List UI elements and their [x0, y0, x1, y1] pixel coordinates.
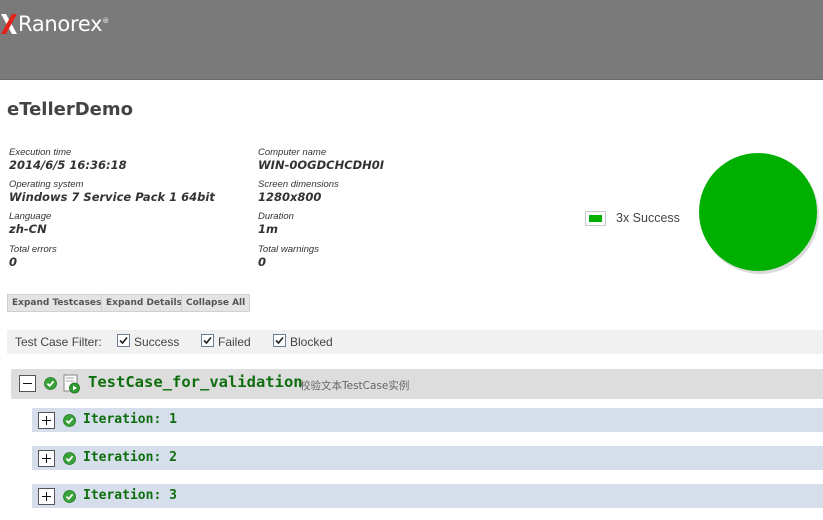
info-label: Language: [9, 211, 52, 222]
expand-iteration-button[interactable]: [38, 450, 55, 467]
plus-icon: [46, 492, 47, 501]
info-value: 1280x800: [258, 190, 322, 204]
collapse-testcase-button[interactable]: [19, 375, 36, 392]
testcase-description: 校验文本TestCase实例: [300, 380, 410, 392]
info-value: 1m: [258, 222, 278, 236]
success-check-icon: [44, 377, 57, 390]
success-checkbox[interactable]: [117, 334, 130, 347]
expand-details-button[interactable]: Expand Details: [101, 294, 187, 312]
minus-icon: [23, 383, 32, 384]
plus-icon: [46, 416, 47, 425]
iteration-row[interactable]: Iteration: 2: [32, 446, 823, 470]
info-label: Screen dimensions: [258, 179, 339, 190]
check-icon: [275, 336, 284, 345]
success-legend-swatch: [585, 211, 606, 226]
info-label: Computer name: [258, 147, 327, 158]
info-total-warnings: Total warnings 0: [258, 244, 319, 269]
filter-option-label: Blocked: [290, 335, 333, 349]
iteration-label[interactable]: Iteration: 2: [83, 450, 177, 465]
iteration-row[interactable]: Iteration: 1: [32, 408, 823, 432]
collapse-all-button[interactable]: Collapse All: [181, 294, 251, 312]
info-language: Language zh-CN: [9, 211, 51, 236]
header-bar: Ranorex®: [0, 0, 823, 80]
result-pie-chart: [693, 150, 823, 280]
info-value: zh-CN: [9, 222, 47, 236]
info-label: Operating system: [9, 179, 84, 190]
info-screen-dimensions: Screen dimensions 1280x800: [258, 179, 339, 204]
info-value: Windows 7 Service Pack 1 64bit: [9, 190, 215, 204]
report-title: eTellerDemo: [7, 99, 133, 120]
info-label: Duration: [258, 211, 294, 222]
filter-label: Test Case Filter:: [15, 335, 102, 349]
expand-testcases-button[interactable]: Expand Testcases: [7, 294, 107, 312]
check-icon: [203, 336, 212, 345]
info-operating-system: Operating system Windows 7 Service Pack …: [9, 179, 215, 204]
info-duration: Duration 1m: [258, 211, 294, 236]
info-value: 0: [258, 255, 267, 269]
test-case-filter-bar: Test Case Filter: Success Failed Blocked: [7, 330, 823, 354]
brand-name-text: Ranorex: [18, 12, 103, 36]
info-label: Total errors: [9, 244, 57, 255]
brand-mark: ®: [102, 17, 109, 25]
ranorex-logo-icon: [1, 14, 17, 34]
iteration-row[interactable]: Iteration: 3: [32, 484, 823, 508]
info-value: 2014/6/5 16:36:18: [9, 158, 127, 172]
iteration-label[interactable]: Iteration: 1: [83, 412, 177, 427]
pie-slice-success: [699, 153, 817, 271]
success-check-icon: [63, 490, 76, 503]
testcase-name[interactable]: TestCase_for_validation: [88, 373, 303, 391]
plus-icon: [46, 454, 47, 463]
success-legend-label: 3x Success: [616, 211, 680, 225]
testcase-row[interactable]: TestCase_for_validation 校验文本TestCase实例: [11, 369, 823, 399]
filter-option-label: Success: [134, 335, 180, 349]
info-value: WIN-0OGDCHCDH0I: [258, 158, 385, 172]
check-icon: [119, 336, 128, 345]
info-label: Total warnings: [258, 244, 319, 255]
blocked-checkbox[interactable]: [273, 334, 286, 347]
success-legend-color: [589, 215, 602, 222]
info-total-errors: Total errors 0: [9, 244, 57, 269]
info-computer-name: Computer name WIN-0OGDCHCDH0I: [258, 147, 384, 172]
info-execution-time: Execution time 2014/6/5 16:36:18: [9, 147, 127, 172]
expand-iteration-button[interactable]: [38, 412, 55, 429]
brand-name: Ranorex®: [18, 12, 109, 36]
success-check-icon: [63, 452, 76, 465]
failed-checkbox[interactable]: [201, 334, 214, 347]
testcase-module-icon: [63, 374, 80, 394]
filter-option-label: Failed: [218, 335, 251, 349]
info-value: 0: [9, 255, 18, 269]
iteration-label[interactable]: Iteration: 3: [83, 488, 177, 503]
success-check-icon: [63, 414, 76, 427]
expand-iteration-button[interactable]: [38, 488, 55, 505]
info-label: Execution time: [9, 147, 72, 158]
